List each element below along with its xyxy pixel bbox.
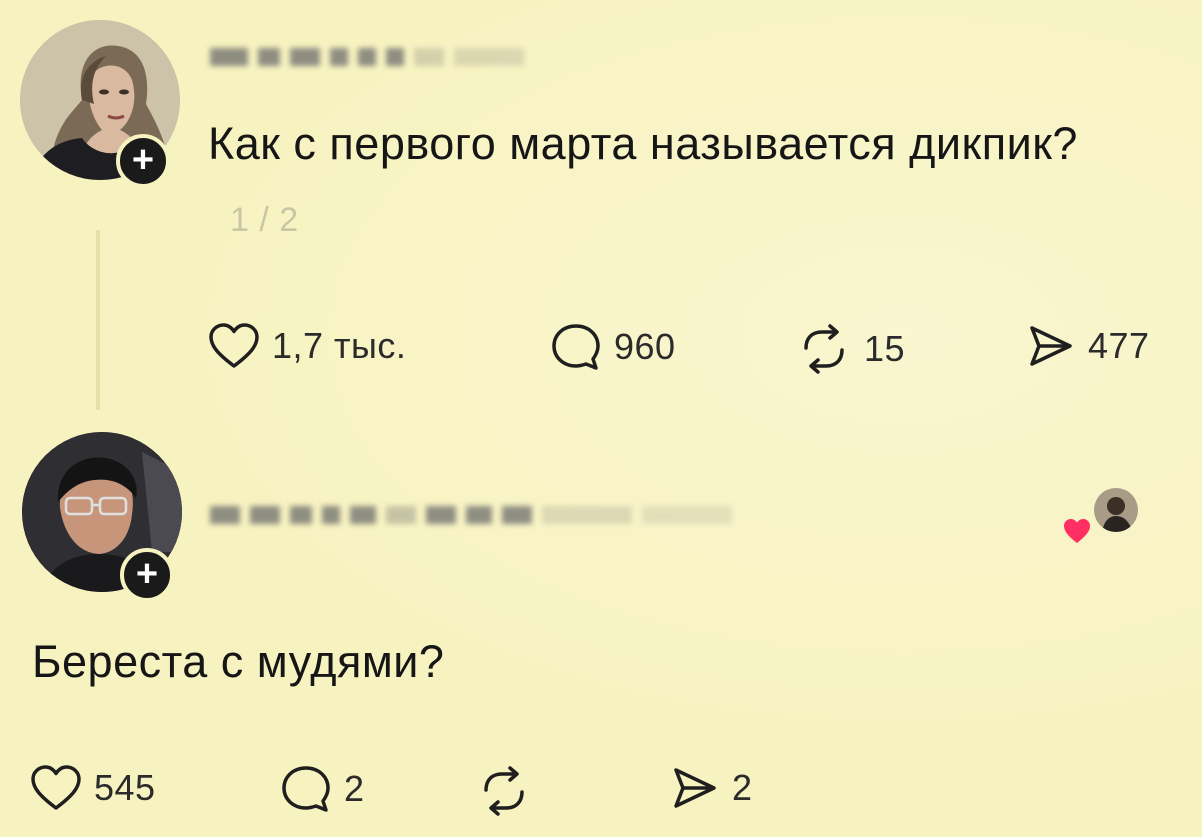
- like-button[interactable]: 545: [30, 764, 156, 812]
- comment-button[interactable]: 960: [550, 322, 676, 372]
- share-button[interactable]: 2: [670, 764, 753, 812]
- post-text: Как с первого марта называется дикпик? 1 …: [208, 108, 1108, 256]
- like-button[interactable]: 1,7 тыс.: [208, 322, 406, 370]
- heart-filled-icon: [1064, 519, 1090, 543]
- repost-count: 15: [864, 328, 906, 369]
- post-text: Береста с мудями?: [32, 636, 445, 687]
- post-2: + Береста с мудями? 545 2 2: [0, 420, 1202, 837]
- comment-count: 2: [344, 768, 365, 809]
- send-arrow-icon: [674, 768, 716, 808]
- follow-plus-icon[interactable]: +: [116, 134, 170, 188]
- like-count: 1,7 тыс.: [272, 325, 407, 366]
- author-name-blurred: [210, 48, 524, 66]
- post-actions: 1,7 тыс. 960 15 477: [208, 322, 1188, 378]
- post-actions: 545 2 2: [30, 764, 830, 820]
- author-name-blurred: [210, 506, 732, 524]
- comment-button[interactable]: 2: [280, 764, 365, 814]
- repost-button[interactable]: [476, 764, 544, 818]
- repost-arrows-icon: [804, 324, 844, 374]
- thread-connector-line: [96, 230, 100, 410]
- share-count: 477: [1088, 325, 1150, 366]
- share-count: 2: [732, 767, 753, 808]
- repost-button[interactable]: 15: [796, 322, 905, 376]
- heart-outline-icon: [31, 765, 81, 810]
- share-button[interactable]: 477: [1026, 322, 1150, 370]
- comment-count: 960: [614, 326, 676, 367]
- like-count: 545: [94, 767, 156, 808]
- repost-arrows-icon: [484, 766, 524, 816]
- carousel-pager: 1 / 2: [230, 201, 299, 239]
- post-1: + Как с первого марта называется дикпик?…: [0, 0, 1202, 420]
- speech-bubble-icon: [552, 324, 600, 370]
- send-arrow-icon: [1030, 326, 1072, 366]
- thread-page: + Как с первого марта называется дикпик?…: [0, 0, 1202, 837]
- speech-bubble-icon: [282, 766, 330, 812]
- follow-plus-icon[interactable]: +: [120, 548, 174, 602]
- heart-outline-icon: [209, 323, 259, 368]
- liked-by-author-avatar: [1094, 488, 1138, 532]
- post-text-content: Как с первого марта называется дикпик?: [208, 118, 1078, 169]
